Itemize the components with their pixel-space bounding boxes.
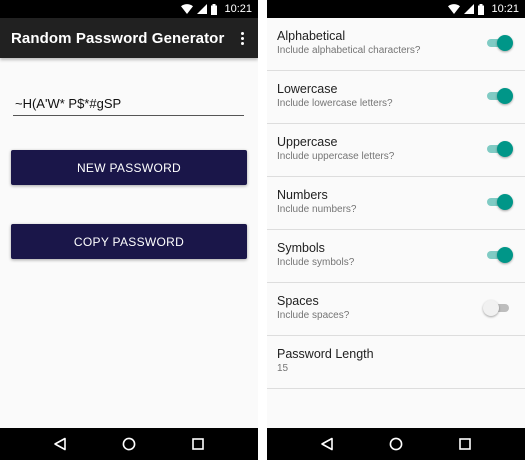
app-bar: Random Password Generator [0,18,258,58]
symbols-toggle[interactable] [485,247,513,263]
screenshot-stage: 10:21 Random Password Generator ~H(A'W* … [0,0,525,460]
status-time: 10:21 [224,3,252,15]
home-icon[interactable] [119,434,139,454]
recents-icon[interactable] [188,434,208,454]
main-screen: 10:21 Random Password Generator ~H(A'W* … [0,0,258,460]
battery-icon [211,3,218,15]
wifi-icon [181,4,194,14]
recents-icon[interactable] [455,434,475,454]
battery-icon [478,3,485,15]
password-length-value: 15 [277,363,289,374]
settings-list: Alphabetical Include alphabetical charac… [267,18,525,389]
setting-password-length[interactable]: Password Length 15 [267,336,525,389]
overflow-menu-icon[interactable] [234,28,250,48]
back-icon[interactable] [50,434,70,454]
new-password-button[interactable]: NEW PASSWORD [11,150,247,185]
cell-signal-icon [464,4,475,14]
status-time: 10:21 [491,3,519,15]
navigation-bar [0,428,258,460]
navigation-bar [267,428,525,460]
wifi-icon [448,4,461,14]
copy-password-button[interactable]: COPY PASSWORD [11,224,247,259]
home-icon[interactable] [386,434,406,454]
cell-signal-icon [197,4,208,14]
spaces-toggle[interactable] [483,300,511,316]
setting-numbers[interactable]: Numbers Include numbers? [267,177,525,230]
setting-lowercase[interactable]: Lowercase Include lowercase letters? [267,71,525,124]
status-bar: 10:21 [267,0,525,18]
setting-spaces[interactable]: Spaces Include spaces? [267,283,525,336]
setting-alphabetical[interactable]: Alphabetical Include alphabetical charac… [267,18,525,71]
setting-uppercase[interactable]: Uppercase Include uppercase letters? [267,124,525,177]
back-icon[interactable] [317,434,337,454]
password-field[interactable]: ~H(A'W* P$*#gSP [13,94,244,116]
status-bar: 10:21 [0,0,258,18]
lowercase-toggle[interactable] [485,88,513,104]
app-title: Random Password Generator [11,29,225,47]
alphabetical-toggle[interactable] [485,35,513,51]
numbers-toggle[interactable] [485,194,513,210]
setting-title: Password Length [277,347,374,361]
setting-symbols[interactable]: Symbols Include symbols? [267,230,525,283]
settings-screen: 10:21 Alphabetical Include alphabetical … [267,0,525,460]
uppercase-toggle[interactable] [485,141,513,157]
